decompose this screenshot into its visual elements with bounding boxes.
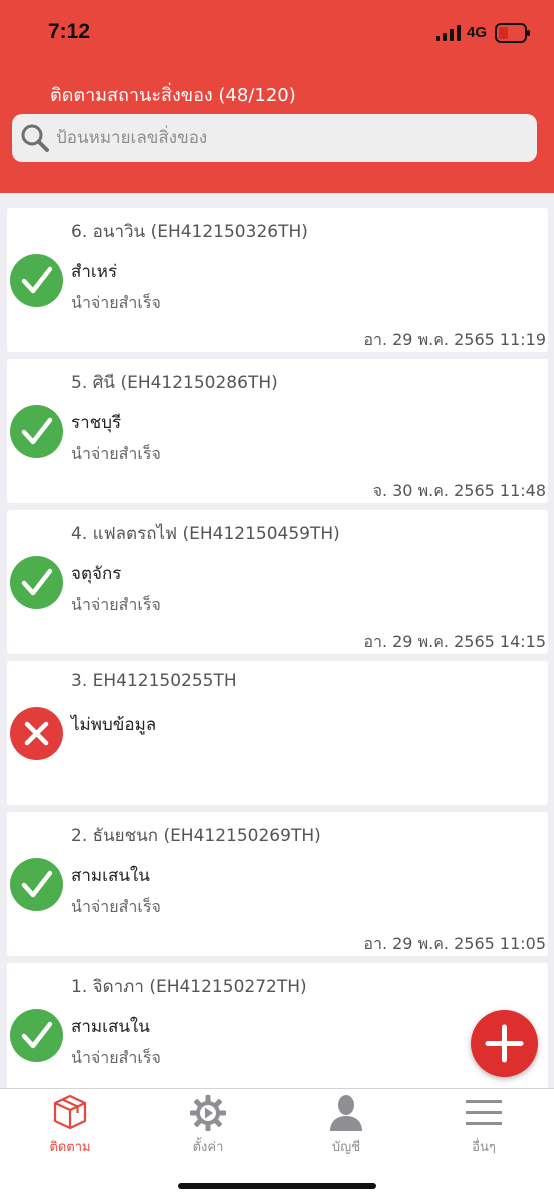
item-date: อา. 29 พ.ค. 2565 14:15 [363, 632, 546, 651]
plus-icon [485, 1024, 524, 1063]
item-title: 4. แฟลตรถไฟ (EH412150459TH) [71, 524, 340, 544]
tab-settings[interactable]: ตั้งค่า [139, 1089, 277, 1163]
battery-icon [495, 23, 530, 43]
tab-account[interactable]: บัญชี [277, 1089, 415, 1163]
header: 7:12 4G ติดตามสถานะสิ่งของ (48/120) [0, 0, 554, 193]
check-circle-icon [10, 405, 63, 458]
item-title: 1. จิดาภา (EH412150272TH) [71, 977, 307, 997]
tab-label: ติดตาม [49, 1140, 91, 1155]
tab-label: ตั้งค่า [192, 1140, 224, 1155]
network-label: 4G [467, 24, 488, 41]
item-status: นำจ่ายสำเร็จ [71, 897, 161, 916]
search-box[interactable] [12, 114, 537, 162]
tab-label: อื่นๆ [472, 1140, 496, 1155]
list-item[interactable]: 1. จิดาภา (EH412150272TH) สามเสนใน นำจ่า… [7, 963, 548, 1088]
item-status: นำจ่ายสำเร็จ [71, 1048, 161, 1067]
check-circle-icon [10, 858, 63, 911]
item-location: สามเสนใน [71, 866, 150, 886]
list-item[interactable]: 5. ศินี (EH412150286TH) ราชบุรี นำจ่ายสำ… [7, 359, 548, 503]
user-icon [330, 1095, 362, 1131]
tab-tracking[interactable]: ติดตาม [1, 1089, 139, 1163]
item-title: 3. EH412150255TH [71, 671, 237, 691]
item-title: 5. ศินี (EH412150286TH) [71, 373, 278, 393]
status-bar: 7:12 4G [0, 0, 554, 68]
shipment-list[interactable]: 6. อนาวิน (EH412150326TH) สำเหร่ นำจ่ายส… [0, 193, 554, 1088]
item-date: จ. 30 พ.ค. 2565 11:48 [372, 481, 546, 500]
check-circle-icon [10, 1009, 63, 1062]
home-indicator [178, 1183, 376, 1189]
item-status: นำจ่ายสำเร็จ [71, 444, 161, 463]
search-icon [21, 124, 49, 152]
signal-icon [436, 25, 461, 41]
menu-icon [466, 1100, 502, 1125]
item-title: 2. ธันยชนก (EH412150269TH) [71, 826, 321, 846]
add-button[interactable] [471, 1010, 538, 1077]
page-title: ติดตามสถานะสิ่งของ (48/120) [50, 85, 296, 106]
item-location: ราชบุรี [71, 413, 122, 433]
item-date: อา. 29 พ.ค. 2565 11:05 [363, 934, 546, 953]
list-item[interactable]: 4. แฟลตรถไฟ (EH412150459TH) จตุจักร นำจ่… [7, 510, 548, 654]
item-status: นำจ่ายสำเร็จ [71, 595, 161, 614]
item-location: สามเสนใน [71, 1017, 150, 1037]
list-item[interactable]: 2. ธันยชนก (EH412150269TH) สามเสนใน นำจ่… [7, 812, 548, 956]
package-icon [53, 1094, 87, 1130]
item-location: ไม่พบข้อมูล [71, 715, 157, 735]
error-circle-icon [10, 707, 63, 760]
tab-label: บัญชี [331, 1140, 361, 1155]
search-input[interactable] [56, 114, 526, 162]
item-location: จตุจักร [71, 564, 122, 584]
item-location: สำเหร่ [71, 262, 118, 282]
item-date: อา. 29 พ.ค. 2565 11:19 [363, 330, 546, 349]
list-item[interactable]: 3. EH412150255TH ไม่พบข้อมูล [7, 661, 548, 805]
item-status: นำจ่ายสำเร็จ [71, 293, 161, 312]
gear-icon [190, 1095, 226, 1131]
status-time: 7:12 [48, 20, 91, 43]
check-circle-icon [10, 556, 63, 609]
list-item[interactable]: 6. อนาวิน (EH412150326TH) สำเหร่ นำจ่ายส… [7, 208, 548, 352]
item-title: 6. อนาวิน (EH412150326TH) [71, 222, 308, 242]
tab-more[interactable]: อื่นๆ [415, 1089, 553, 1163]
check-circle-icon [10, 254, 63, 307]
